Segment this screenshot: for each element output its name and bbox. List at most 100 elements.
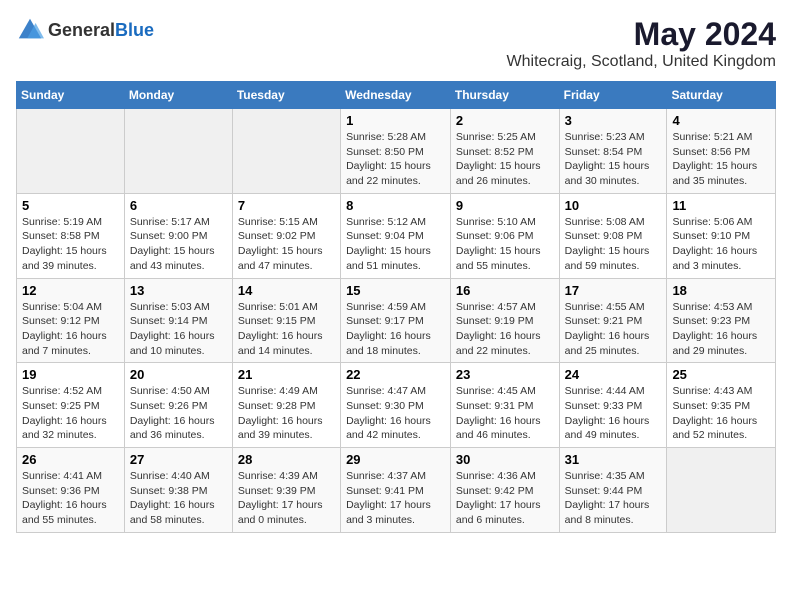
weekday-header-cell: Monday [124,82,232,109]
weekday-header-cell: Thursday [450,82,559,109]
calendar-day-cell: 6Sunrise: 5:17 AM Sunset: 9:00 PM Daylig… [124,193,232,278]
calendar-day-cell [232,109,340,194]
calendar-day-cell: 25 Sunrise: 4:43 AM Sunset: 9:35 PM Dayli… [667,363,776,448]
day-number: 26 [22,452,119,467]
calendar-day-cell: 10Sunrise: 5:08 AM Sunset: 9:08 PM Dayli… [559,193,667,278]
day-number: 25 [672,367,770,382]
day-info: Sunrise: 5:04 AM Sunset: 9:12 PM Dayligh… [22,300,119,359]
calendar-week-row: 12Sunrise: 5:04 AM Sunset: 9:12 PM Dayli… [17,278,776,363]
logo-text: GeneralBlue [48,20,154,41]
logo-icon [16,16,44,44]
calendar-day-cell: 8 Sunrise: 5:12 AM Sunset: 9:04 PM Daylig… [341,193,451,278]
calendar-day-cell: 13 Sunrise: 5:03 AM Sunset: 9:14 PM Dayli… [124,278,232,363]
calendar-day-cell: 4 Sunrise: 5:21 AM Sunset: 8:56 PM Daylig… [667,109,776,194]
day-info: Sunrise: 4:44 AM Sunset: 9:33 PM Dayligh… [565,384,662,443]
calendar-day-cell: 15 Sunrise: 4:59 AM Sunset: 9:17 PM Dayli… [341,278,451,363]
page-header: GeneralBlue May 2024 Whitecraig, Scotlan… [16,16,776,71]
day-info: Sunrise: 4:35 AM Sunset: 9:44 PM Dayligh… [565,469,662,528]
calendar-day-cell: 14 Sunrise: 5:01 AM Sunset: 9:15 PM Dayli… [232,278,340,363]
calendar-day-cell: 28 Sunrise: 4:39 AM Sunset: 9:39 PM Dayli… [232,448,340,533]
day-info: Sunrise: 4:37 AM Sunset: 9:41 PM Dayligh… [346,469,445,528]
weekday-header-cell: Tuesday [232,82,340,109]
day-number: 28 [238,452,335,467]
calendar-day-cell [17,109,125,194]
day-number: 19 [22,367,119,382]
calendar-day-cell: 12Sunrise: 5:04 AM Sunset: 9:12 PM Dayli… [17,278,125,363]
calendar-day-cell: 29 Sunrise: 4:37 AM Sunset: 9:41 PM Dayli… [341,448,451,533]
day-info: Sunrise: 4:47 AM Sunset: 9:30 PM Dayligh… [346,384,445,443]
day-number: 15 [346,283,445,298]
day-info: Sunrise: 5:17 AM Sunset: 9:00 PM Dayligh… [130,215,227,274]
calendar-day-cell: 23Sunrise: 4:45 AM Sunset: 9:31 PM Dayli… [450,363,559,448]
calendar-body: 1 Sunrise: 5:28 AM Sunset: 8:50 PM Daylig… [17,109,776,533]
calendar-day-cell: 1 Sunrise: 5:28 AM Sunset: 8:50 PM Daylig… [341,109,451,194]
day-info: Sunrise: 5:25 AM Sunset: 8:52 PM Dayligh… [456,130,554,189]
day-info: Sunrise: 4:59 AM Sunset: 9:17 PM Dayligh… [346,300,445,359]
day-number: 9 [456,198,554,213]
month-title: May 2024 [507,16,776,53]
title-block: May 2024 Whitecraig, Scotland, United Ki… [507,16,776,71]
calendar-day-cell: 18 Sunrise: 4:53 AM Sunset: 9:23 PM Dayli… [667,278,776,363]
day-number: 24 [565,367,662,382]
logo-general: General [48,20,115,40]
calendar-week-row: 26Sunrise: 4:41 AM Sunset: 9:36 PM Dayli… [17,448,776,533]
calendar-day-cell: 27Sunrise: 4:40 AM Sunset: 9:38 PM Dayli… [124,448,232,533]
day-info: Sunrise: 4:40 AM Sunset: 9:38 PM Dayligh… [130,469,227,528]
day-number: 29 [346,452,445,467]
calendar-day-cell [124,109,232,194]
day-number: 10 [565,198,662,213]
weekday-header-cell: Saturday [667,82,776,109]
day-number: 14 [238,283,335,298]
day-info: Sunrise: 4:53 AM Sunset: 9:23 PM Dayligh… [672,300,770,359]
day-info: Sunrise: 4:36 AM Sunset: 9:42 PM Dayligh… [456,469,554,528]
day-number: 1 [346,113,445,128]
weekday-header-row: SundayMondayTuesdayWednesdayThursdayFrid… [17,82,776,109]
calendar-day-cell: 30Sunrise: 4:36 AM Sunset: 9:42 PM Dayli… [450,448,559,533]
day-number: 4 [672,113,770,128]
calendar-table: SundayMondayTuesdayWednesdayThursdayFrid… [16,81,776,533]
day-info: Sunrise: 5:10 AM Sunset: 9:06 PM Dayligh… [456,215,554,274]
weekday-header-cell: Wednesday [341,82,451,109]
day-number: 5 [22,198,119,213]
day-number: 16 [456,283,554,298]
day-info: Sunrise: 4:39 AM Sunset: 9:39 PM Dayligh… [238,469,335,528]
day-info: Sunrise: 5:21 AM Sunset: 8:56 PM Dayligh… [672,130,770,189]
day-info: Sunrise: 5:15 AM Sunset: 9:02 PM Dayligh… [238,215,335,274]
calendar-day-cell: 21Sunrise: 4:49 AM Sunset: 9:28 PM Dayli… [232,363,340,448]
calendar-day-cell: 26Sunrise: 4:41 AM Sunset: 9:36 PM Dayli… [17,448,125,533]
calendar-week-row: 1 Sunrise: 5:28 AM Sunset: 8:50 PM Daylig… [17,109,776,194]
calendar-day-cell: 20Sunrise: 4:50 AM Sunset: 9:26 PM Dayli… [124,363,232,448]
calendar-day-cell: 5 Sunrise: 5:19 AM Sunset: 8:58 PM Daylig… [17,193,125,278]
calendar-week-row: 5 Sunrise: 5:19 AM Sunset: 8:58 PM Daylig… [17,193,776,278]
day-info: Sunrise: 5:03 AM Sunset: 9:14 PM Dayligh… [130,300,227,359]
location-title: Whitecraig, Scotland, United Kingdom [507,53,776,71]
day-number: 8 [346,198,445,213]
day-info: Sunrise: 4:57 AM Sunset: 9:19 PM Dayligh… [456,300,554,359]
calendar-day-cell: 3Sunrise: 5:23 AM Sunset: 8:54 PM Daylig… [559,109,667,194]
calendar-day-cell: 9 Sunrise: 5:10 AM Sunset: 9:06 PM Daylig… [450,193,559,278]
day-number: 23 [456,367,554,382]
logo-blue: Blue [115,20,154,40]
day-number: 31 [565,452,662,467]
calendar-day-cell: 31 Sunrise: 4:35 AM Sunset: 9:44 PM Dayli… [559,448,667,533]
day-info: Sunrise: 5:19 AM Sunset: 8:58 PM Dayligh… [22,215,119,274]
calendar-day-cell: 2 Sunrise: 5:25 AM Sunset: 8:52 PM Daylig… [450,109,559,194]
calendar-day-cell: 16 Sunrise: 4:57 AM Sunset: 9:19 PM Dayli… [450,278,559,363]
day-number: 20 [130,367,227,382]
day-info: Sunrise: 5:28 AM Sunset: 8:50 PM Dayligh… [346,130,445,189]
calendar-day-cell: 24 Sunrise: 4:44 AM Sunset: 9:33 PM Dayli… [559,363,667,448]
day-number: 13 [130,283,227,298]
day-info: Sunrise: 4:43 AM Sunset: 9:35 PM Dayligh… [672,384,770,443]
calendar-day-cell: 22Sunrise: 4:47 AM Sunset: 9:30 PM Dayli… [341,363,451,448]
day-number: 3 [565,113,662,128]
day-info: Sunrise: 4:52 AM Sunset: 9:25 PM Dayligh… [22,384,119,443]
day-info: Sunrise: 5:12 AM Sunset: 9:04 PM Dayligh… [346,215,445,274]
calendar-week-row: 19 Sunrise: 4:52 AM Sunset: 9:25 PM Dayli… [17,363,776,448]
day-info: Sunrise: 5:01 AM Sunset: 9:15 PM Dayligh… [238,300,335,359]
day-number: 11 [672,198,770,213]
day-number: 18 [672,283,770,298]
day-number: 17 [565,283,662,298]
day-number: 2 [456,113,554,128]
logo: GeneralBlue [16,16,154,44]
day-number: 21 [238,367,335,382]
